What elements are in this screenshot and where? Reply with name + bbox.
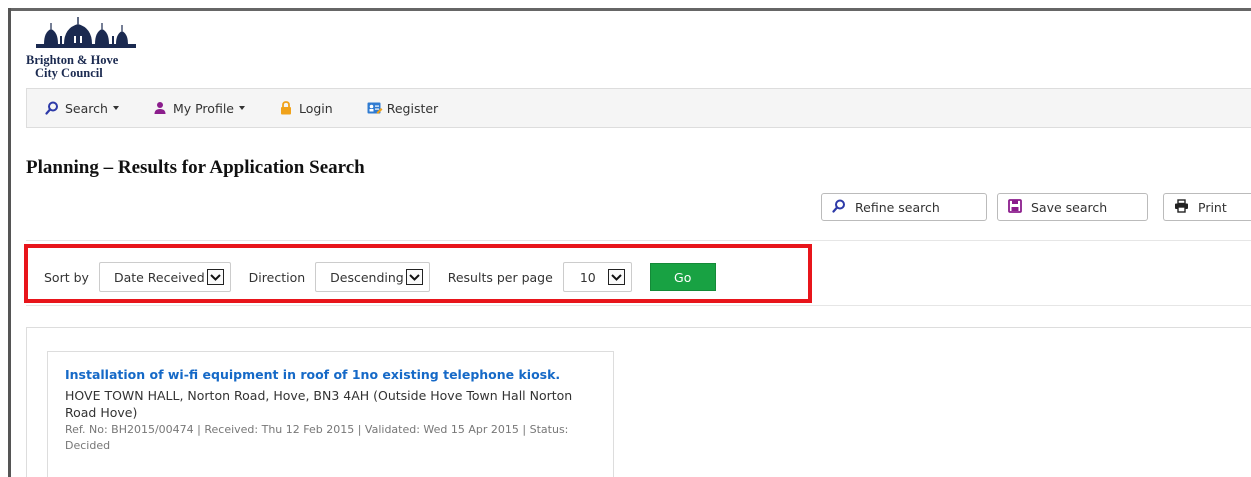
- results-per-page-select[interactable]: 10: [562, 262, 632, 292]
- sort-controls-highlight: Sort by Date Received Direction Descendi…: [24, 244, 812, 303]
- divider: [26, 240, 1251, 241]
- page-title-section: Planning: [26, 157, 99, 178]
- nav-my-profile-label: My Profile: [172, 100, 234, 116]
- result-meta: Ref. No: BH2015/00474 | Received: Thu 12…: [65, 423, 569, 452]
- nav-search-label: Search: [65, 100, 108, 116]
- save-search-button[interactable]: Save search: [997, 193, 1148, 221]
- direction-value: Descending: [330, 269, 404, 285]
- refine-search-label: Refine search: [855, 199, 940, 215]
- logo-text-line2: City Council: [35, 66, 103, 80]
- nav-login[interactable]: Login: [279, 101, 333, 116]
- chevron-down-icon: [238, 106, 245, 110]
- result-title-link[interactable]: Installation of wi-fi equipment in roof …: [65, 366, 565, 383]
- user-icon: [153, 101, 167, 115]
- register-card-icon: [367, 101, 383, 115]
- nav-login-label: Login: [298, 100, 333, 116]
- print-button[interactable]: Print: [1163, 193, 1251, 221]
- save-search-label: Save search: [1031, 199, 1108, 215]
- frame-top-rule: [8, 8, 1251, 11]
- council-logo[interactable]: Brighton & Hove City Council: [26, 14, 166, 84]
- nav-my-profile-dropdown[interactable]: My Profile: [153, 101, 245, 116]
- go-button[interactable]: Go: [649, 263, 716, 291]
- sort-by-value: Date Received: [113, 269, 205, 285]
- divider: [26, 305, 1251, 306]
- search-icon: [45, 101, 59, 115]
- chevron-down-icon: [206, 269, 224, 285]
- pavilion-logo-icon: [36, 17, 136, 48]
- search-icon: [832, 199, 846, 216]
- chevron-down-icon: [112, 106, 119, 110]
- frame-left-rule: [8, 8, 11, 477]
- floppy-disk-icon: [1008, 198, 1022, 216]
- direction-label: Direction: [248, 269, 306, 285]
- refine-search-button[interactable]: Refine search: [821, 193, 987, 221]
- direction-select[interactable]: Descending: [315, 262, 430, 292]
- result-address: HOVE TOWN HALL, Norton Road, Hove, BN3 4…: [65, 388, 573, 420]
- sort-by-label: Sort by: [44, 269, 89, 285]
- page-title: Planning – Results for Application Searc…: [26, 157, 365, 179]
- results-per-page-value: 10: [579, 269, 596, 285]
- chevron-down-icon: [607, 269, 625, 285]
- result-card: Installation of wi-fi equipment in roof …: [47, 351, 614, 477]
- nav-register-label: Register: [386, 100, 439, 116]
- page-title-subtitle: – Results for Application Search: [98, 157, 365, 178]
- nav-register[interactable]: Register: [367, 101, 438, 116]
- main-nav: Search My Profile Login Register: [26, 88, 1251, 128]
- print-label: Print: [1198, 199, 1227, 215]
- printer-icon: [1174, 198, 1189, 216]
- results-per-page-label: Results per page: [447, 269, 553, 285]
- top-bar: [0, 0, 1251, 8]
- lock-icon: [279, 101, 293, 115]
- sort-controls: Sort by Date Received Direction Descendi…: [44, 262, 716, 292]
- nav-search-dropdown[interactable]: Search: [45, 101, 119, 116]
- chevron-down-icon: [405, 269, 423, 285]
- sort-by-select[interactable]: Date Received: [98, 262, 231, 292]
